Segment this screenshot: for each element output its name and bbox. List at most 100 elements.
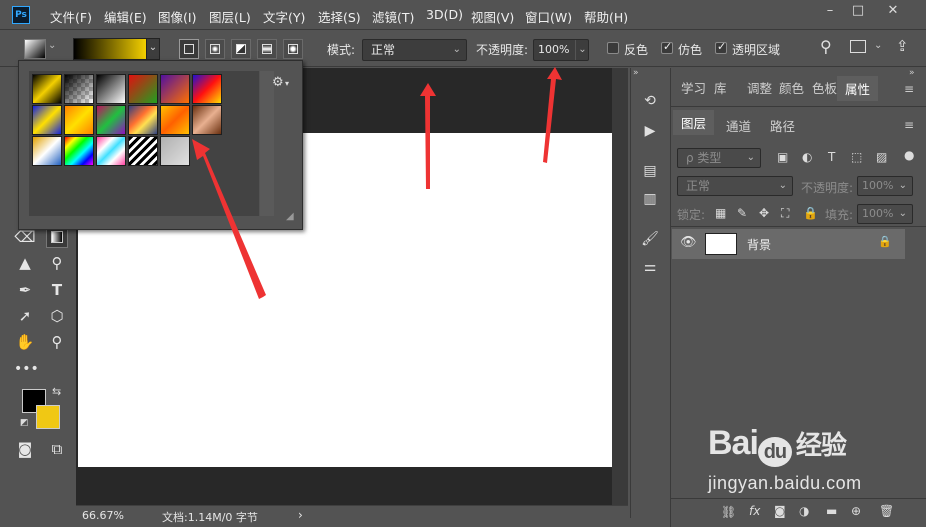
filter-toggle-icon[interactable]: ● <box>904 148 914 162</box>
fill-input[interactable]: 100% ⌄ <box>857 204 913 224</box>
panel-menu-icon[interactable]: ≡ <box>904 82 914 96</box>
minimize-button[interactable]: – <box>817 2 843 22</box>
gear-icon[interactable]: ⚙ <box>272 75 284 90</box>
diamond-gradient-button[interactable] <box>283 39 303 59</box>
menu-type[interactable]: 文字(Y) <box>263 7 305 26</box>
workspace-icon[interactable] <box>850 40 866 53</box>
shape-filter-icon[interactable]: ⬚ <box>851 150 862 164</box>
tab-layers[interactable]: 图层 <box>673 110 715 135</box>
reverse-checkbox[interactable] <box>607 42 619 54</box>
mode-dropdown[interactable]: 正常 ⌄ <box>362 39 467 61</box>
shape-tool-icon[interactable]: ⬡ <box>46 305 68 327</box>
tool-preset-chevron-icon[interactable]: ⌄ <box>48 40 56 51</box>
more-tools-icon[interactable]: ••• <box>14 358 39 380</box>
menu-file[interactable]: 文件(F) <box>50 7 92 26</box>
gradient-picker-scrollbar[interactable] <box>260 71 274 216</box>
tab-swatches[interactable]: 色板 <box>812 78 837 97</box>
gradient-swatch[interactable] <box>192 105 222 135</box>
swap-colors-icon[interactable]: ⇆ <box>52 385 61 398</box>
gradient-swatch[interactable] <box>160 136 190 166</box>
share-icon[interactable]: ⇪ <box>896 37 909 55</box>
gradient-swatch[interactable] <box>96 105 126 135</box>
status-arrow-icon[interactable]: › <box>298 508 303 522</box>
opacity-input[interactable]: 100% ⌄ <box>533 39 589 61</box>
type-filter-icon[interactable]: T <box>828 150 835 164</box>
add-mask-icon[interactable]: ◙ <box>774 504 786 518</box>
tab-adjustments[interactable]: 调整 <box>747 78 772 97</box>
default-colors-icon[interactable]: ◩ <box>20 418 29 428</box>
gradient-swatch[interactable] <box>128 105 158 135</box>
layer-name[interactable]: 背景 <box>747 236 771 253</box>
blur-tool-icon[interactable]: ▲ <box>14 252 36 274</box>
dither-checkbox[interactable] <box>661 40 673 54</box>
gradient-swatch[interactable] <box>128 136 158 166</box>
layer-opacity-input[interactable]: 100% ⌄ <box>857 176 913 196</box>
workspace-chevron-icon[interactable]: ⌄ <box>874 40 882 51</box>
path-select-tool-icon[interactable]: ➚ <box>14 305 36 327</box>
eye-icon[interactable]: 👁 <box>680 235 697 250</box>
gradient-swatch[interactable] <box>192 74 222 104</box>
brush-settings-icon[interactable]: 🖌 <box>639 228 661 250</box>
gradient-swatch[interactable] <box>64 136 94 166</box>
lock-position-icon[interactable]: ✥ <box>759 206 769 220</box>
collapse-icon[interactable]: » <box>633 68 639 78</box>
layers-menu-icon[interactable]: ≡ <box>904 118 914 132</box>
gear-chevron-icon[interactable]: ▾ <box>285 79 289 88</box>
fx-icon[interactable]: fx <box>749 504 760 518</box>
dodge-tool-icon[interactable]: ⚲ <box>46 252 68 274</box>
history-icon[interactable]: ⟲ <box>639 90 661 112</box>
tool-preset-icon[interactable] <box>24 39 46 59</box>
menu-layer[interactable]: 图层(L) <box>209 7 251 26</box>
search-icon[interactable]: ⚲ <box>820 37 832 56</box>
tab-channels[interactable]: 通道 <box>726 116 751 135</box>
radial-gradient-button[interactable] <box>205 39 225 59</box>
menu-select[interactable]: 选择(S) <box>318 7 361 26</box>
menu-filter[interactable]: 滤镜(T) <box>372 7 414 26</box>
lock-pixels-icon[interactable]: ✎ <box>737 206 747 220</box>
menu-image[interactable]: 图像(I) <box>158 7 196 26</box>
resize-grip-icon[interactable]: ◢ <box>286 211 294 222</box>
gradient-swatch[interactable] <box>160 74 190 104</box>
lock-transparent-icon[interactable]: ▦ <box>715 206 726 220</box>
lock-all-icon[interactable]: 🔒 <box>803 206 818 220</box>
angle-gradient-button[interactable] <box>231 39 251 59</box>
maximize-button[interactable]: □ <box>845 2 871 22</box>
notes-icon[interactable]: ▥ <box>639 188 661 210</box>
menu-3d[interactable]: 3D(D) <box>426 7 463 22</box>
smart-object-filter-icon[interactable]: ▨ <box>876 150 887 164</box>
new-layer-icon[interactable]: ⊕ <box>851 504 861 518</box>
tab-paths[interactable]: 路径 <box>770 116 795 135</box>
gradient-dropdown-chevron-icon[interactable]: ⌄ <box>146 38 160 60</box>
gradient-swatch[interactable] <box>32 105 62 135</box>
expand-panels-icon[interactable]: » <box>909 68 915 78</box>
background-color-swatch[interactable] <box>36 405 60 429</box>
menu-edit[interactable]: 编辑(E) <box>104 7 147 26</box>
gradient-swatch[interactable] <box>32 74 62 104</box>
lock-artboard-icon[interactable]: ⛶ <box>781 206 789 221</box>
tab-color[interactable]: 颜色 <box>779 78 804 97</box>
pen-tool-icon[interactable]: ✒ <box>14 279 36 301</box>
menu-window[interactable]: 窗口(W) <box>525 7 572 26</box>
close-button[interactable]: ✕ <box>880 2 906 22</box>
screen-mode-icon[interactable]: ⧉ <box>46 438 68 460</box>
gradient-swatch[interactable] <box>160 105 190 135</box>
quick-mask-icon[interactable]: ◙ <box>14 438 36 460</box>
pixel-filter-icon[interactable]: ▣ <box>777 150 788 164</box>
info-icon[interactable]: ▤ <box>639 160 661 182</box>
blend-mode-dropdown[interactable]: 正常 ⌄ <box>677 176 793 196</box>
gradient-swatch[interactable] <box>128 74 158 104</box>
new-group-icon[interactable]: ▬ <box>826 504 837 518</box>
menu-help[interactable]: 帮助(H) <box>584 7 628 26</box>
gradient-swatch[interactable] <box>96 136 126 166</box>
tab-libraries[interactable]: 库 <box>714 78 727 97</box>
tab-learn[interactable]: 学习 <box>681 78 706 97</box>
gradient-swatch[interactable] <box>96 74 126 104</box>
zoom-tool-icon[interactable]: ⚲ <box>46 331 68 353</box>
tab-properties[interactable]: 属性 <box>837 76 879 101</box>
gradient-swatch[interactable] <box>64 105 94 135</box>
linear-gradient-button[interactable] <box>179 39 199 59</box>
adjustment-filter-icon[interactable]: ◐ <box>802 150 812 164</box>
actions-icon[interactable]: ▶ <box>639 120 661 142</box>
layer-filter-dropdown[interactable]: ρ 类型 ⌄ <box>677 148 761 168</box>
zoom-level[interactable]: 66.67% <box>82 509 124 522</box>
